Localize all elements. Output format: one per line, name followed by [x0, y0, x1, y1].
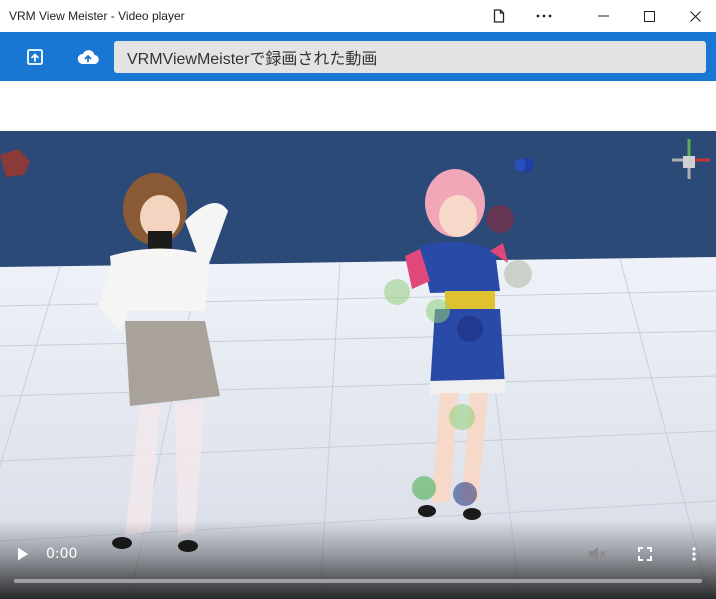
more-options-menu-button[interactable] — [683, 542, 705, 566]
maximize-icon — [643, 10, 655, 22]
open-file-button[interactable] — [19, 42, 51, 72]
maximize-button[interactable] — [626, 0, 672, 32]
cloud-upload-icon — [77, 50, 99, 65]
fullscreen-icon — [638, 547, 652, 561]
play-icon — [18, 547, 28, 561]
seek-bar[interactable] — [14, 579, 702, 583]
content-spacer — [0, 81, 716, 131]
minimize-icon — [597, 15, 609, 17]
open-in-icon — [27, 49, 43, 65]
minimize-button[interactable] — [580, 0, 626, 32]
close-icon — [689, 10, 701, 22]
app-bar: VRMViewMeisterで録画された動画 — [0, 32, 716, 81]
current-time: 0:00 — [46, 546, 78, 562]
more-horizontal-icon — [536, 14, 552, 18]
fullscreen-button[interactable] — [633, 542, 657, 566]
play-button[interactable] — [12, 542, 34, 566]
more-options-button[interactable] — [521, 0, 567, 32]
more-vertical-icon — [692, 547, 696, 561]
video-player[interactable]: 0:00 — [0, 131, 716, 599]
upload-button[interactable] — [72, 42, 104, 72]
title-bar: VRM View Meister - Video player — [0, 0, 716, 32]
document-button[interactable] — [476, 0, 522, 32]
close-button[interactable] — [672, 0, 716, 32]
mute-button[interactable] — [585, 542, 609, 566]
window-title: VRM View Meister - Video player — [9, 9, 185, 23]
document-icon — [493, 9, 505, 23]
video-controls: 0:00 — [0, 520, 716, 599]
volume-muted-icon — [589, 547, 606, 561]
address-field[interactable]: VRMViewMeisterで録画された動画 — [114, 41, 706, 73]
